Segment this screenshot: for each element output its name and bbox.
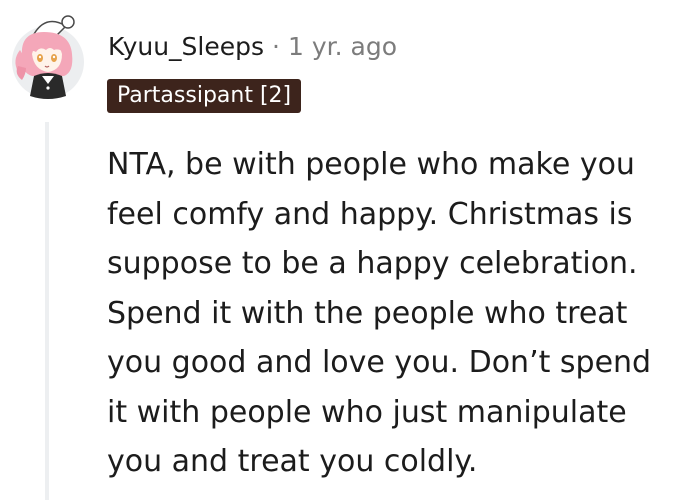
timestamp-link[interactable]: 1 yr. ago <box>288 32 397 61</box>
comment: Kyuu_Sleeps · 1 yr. ago Partassipant [2]… <box>0 0 700 500</box>
comment-meta: Kyuu_Sleeps · 1 yr. ago <box>108 28 397 64</box>
meta-separator: · <box>272 31 280 61</box>
anime-girl-avatar-icon <box>12 15 84 99</box>
username-link[interactable]: Kyuu_Sleeps <box>108 32 264 61</box>
user-flair: Partassipant [2] <box>107 79 302 113</box>
thread-collapse-line[interactable] <box>45 122 49 500</box>
user-avatar[interactable] <box>8 10 88 102</box>
comment-body: NTA, be with people who make you feel co… <box>107 147 652 479</box>
